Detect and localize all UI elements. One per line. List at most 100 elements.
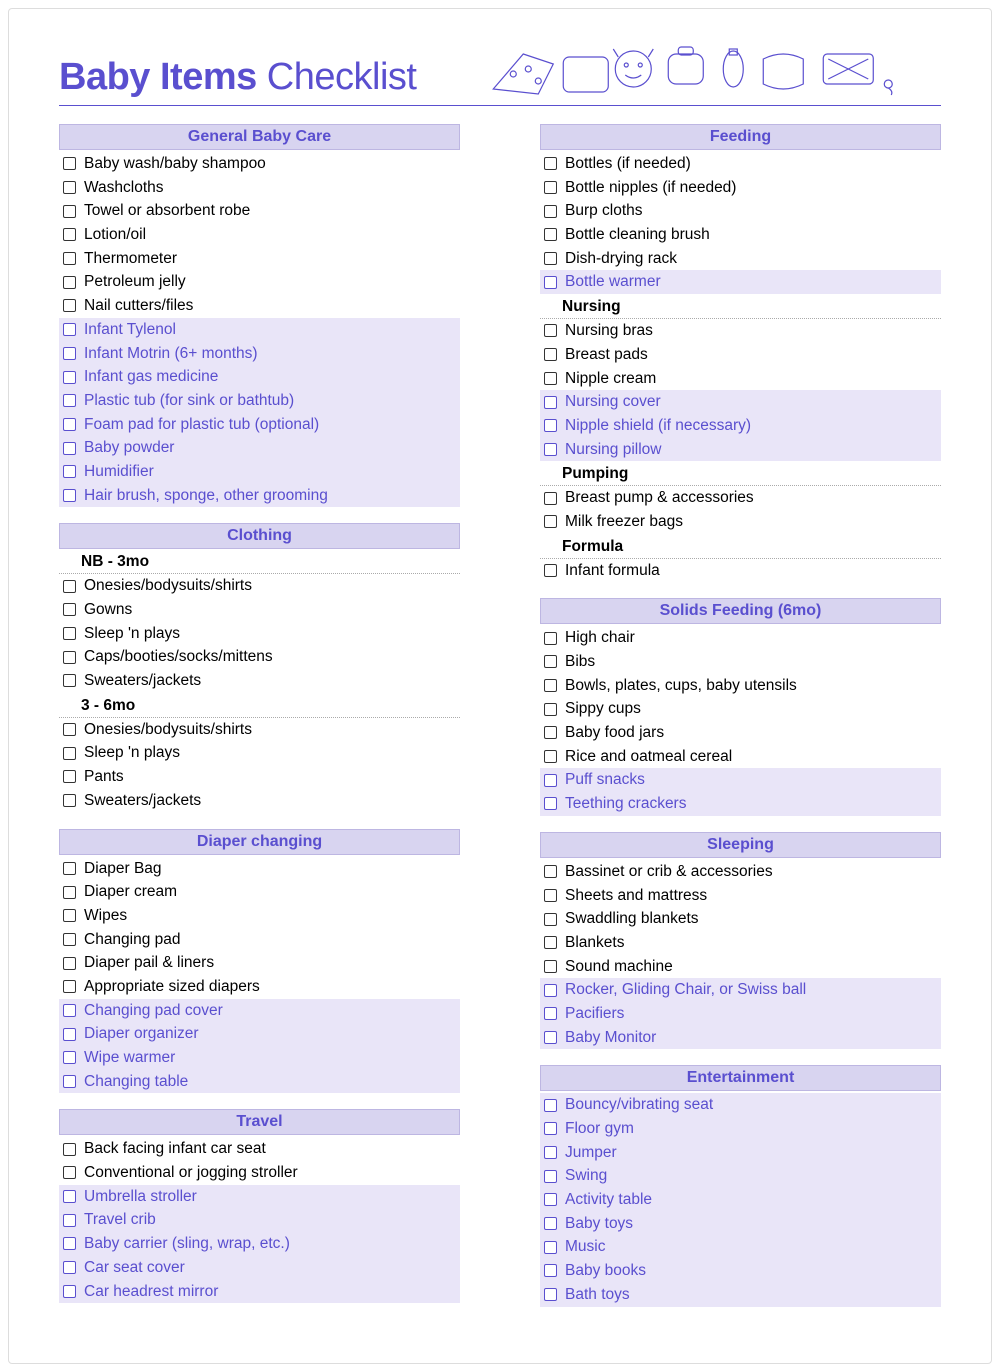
checkbox[interactable]: [544, 443, 557, 456]
checkbox[interactable]: [63, 489, 76, 502]
checkbox[interactable]: [544, 1031, 557, 1044]
checklist-item-label: Plastic tub (for sink or bathtub): [84, 390, 294, 412]
checkbox[interactable]: [63, 1143, 76, 1156]
checklist-item-label: Baby wash/baby shampoo: [84, 153, 266, 175]
checklist-page: Baby Items Checklist Gener: [8, 8, 992, 1364]
checkbox[interactable]: [544, 1170, 557, 1183]
checkbox[interactable]: [544, 960, 557, 973]
checkbox[interactable]: [63, 371, 76, 384]
checkbox[interactable]: [544, 1007, 557, 1020]
checkbox[interactable]: [544, 865, 557, 878]
checkbox[interactable]: [544, 1193, 557, 1206]
checklist-item-label: Onesies/bodysuits/shirts: [84, 719, 252, 741]
checkbox[interactable]: [544, 564, 557, 577]
checkbox[interactable]: [544, 1264, 557, 1277]
checkbox[interactable]: [63, 442, 76, 455]
checklist-item-label: Blankets: [565, 932, 624, 954]
checkbox[interactable]: [544, 181, 557, 194]
checkbox[interactable]: [63, 157, 76, 170]
checkbox[interactable]: [544, 984, 557, 997]
checkbox[interactable]: [544, 205, 557, 218]
checklist-item-label: Teething crackers: [565, 793, 686, 815]
checkbox[interactable]: [63, 1261, 76, 1274]
checkbox[interactable]: [63, 627, 76, 640]
checkbox[interactable]: [63, 394, 76, 407]
checkbox[interactable]: [544, 372, 557, 385]
checklist-item-label: Sound machine: [565, 956, 673, 978]
checkbox[interactable]: [544, 419, 557, 432]
checkbox[interactable]: [63, 1028, 76, 1041]
checkbox[interactable]: [544, 492, 557, 505]
checkbox[interactable]: [544, 774, 557, 787]
checkbox[interactable]: [63, 674, 76, 687]
checkbox[interactable]: [63, 299, 76, 312]
checkbox[interactable]: [63, 465, 76, 478]
checkbox[interactable]: [63, 1051, 76, 1064]
checkbox[interactable]: [544, 1288, 557, 1301]
section-header: Solids Feeding (6mo): [540, 598, 941, 624]
checklist-item-label: Infant gas medicine: [84, 366, 218, 388]
checkbox[interactable]: [63, 1004, 76, 1017]
checkbox[interactable]: [63, 723, 76, 736]
checkbox[interactable]: [544, 157, 557, 170]
checkbox[interactable]: [63, 603, 76, 616]
checkbox[interactable]: [544, 276, 557, 289]
checkbox[interactable]: [63, 580, 76, 593]
checkbox[interactable]: [544, 1122, 557, 1135]
checklist-item: Jumper: [540, 1141, 941, 1165]
checkbox[interactable]: [63, 252, 76, 265]
checkbox[interactable]: [63, 651, 76, 664]
checkbox[interactable]: [63, 1237, 76, 1250]
checkbox[interactable]: [63, 794, 76, 807]
checkbox[interactable]: [544, 1099, 557, 1112]
checkbox[interactable]: [544, 913, 557, 926]
checkbox[interactable]: [63, 276, 76, 289]
checkbox[interactable]: [63, 747, 76, 760]
checkbox[interactable]: [544, 1146, 557, 1159]
checkbox[interactable]: [63, 909, 76, 922]
checkbox[interactable]: [544, 750, 557, 763]
checkbox[interactable]: [544, 396, 557, 409]
checkbox[interactable]: [63, 323, 76, 336]
checkbox[interactable]: [63, 347, 76, 360]
checkbox[interactable]: [63, 770, 76, 783]
checkbox[interactable]: [544, 936, 557, 949]
checkbox[interactable]: [63, 1075, 76, 1088]
checkbox[interactable]: [544, 889, 557, 902]
checklist-item-label: Nipple cream: [565, 368, 656, 390]
checkbox[interactable]: [544, 726, 557, 739]
checkbox[interactable]: [63, 862, 76, 875]
checkbox[interactable]: [544, 797, 557, 810]
checkbox[interactable]: [544, 1217, 557, 1230]
checkbox[interactable]: [544, 679, 557, 692]
checkbox[interactable]: [544, 632, 557, 645]
checklist-item: Plastic tub (for sink or bathtub): [59, 389, 460, 413]
checkbox[interactable]: [63, 418, 76, 431]
checklist-item-label: Washcloths: [84, 177, 164, 199]
checkbox[interactable]: [544, 703, 557, 716]
checkbox[interactable]: [63, 1190, 76, 1203]
checkbox[interactable]: [544, 655, 557, 668]
checkbox[interactable]: [63, 1166, 76, 1179]
checklist-item: Onesies/bodysuits/shirts: [59, 574, 460, 598]
checkbox[interactable]: [544, 515, 557, 528]
checkbox[interactable]: [63, 228, 76, 241]
checklist-item-label: Foam pad for plastic tub (optional): [84, 414, 319, 436]
checkbox[interactable]: [63, 205, 76, 218]
checkbox[interactable]: [63, 957, 76, 970]
checklist-item-label: High chair: [565, 627, 635, 649]
checkbox[interactable]: [544, 1241, 557, 1254]
checklist-item: Bouncy/vibrating seat: [540, 1093, 941, 1117]
checkbox[interactable]: [63, 1285, 76, 1298]
checkbox[interactable]: [544, 348, 557, 361]
checkbox[interactable]: [63, 1214, 76, 1227]
checkbox[interactable]: [544, 252, 557, 265]
checkbox[interactable]: [63, 933, 76, 946]
checklist-item-label: Activity table: [565, 1189, 652, 1211]
checklist-item: Puff snacks: [540, 768, 941, 792]
checkbox[interactable]: [63, 181, 76, 194]
checkbox[interactable]: [544, 324, 557, 337]
checkbox[interactable]: [63, 980, 76, 993]
checkbox[interactable]: [544, 228, 557, 241]
checkbox[interactable]: [63, 886, 76, 899]
